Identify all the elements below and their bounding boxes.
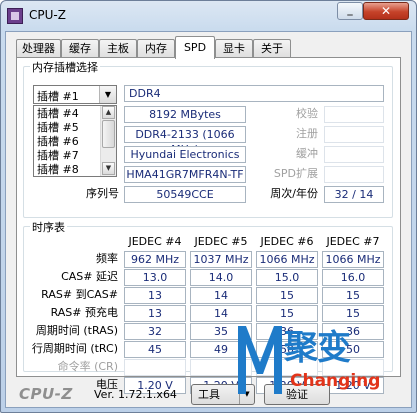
watermark-chinese-text: 聚变 (284, 328, 351, 368)
spd-ext-field (324, 166, 384, 183)
part-number-field: HMA41GR7MFR4N-TF (124, 166, 246, 183)
slot-list-scrollbar[interactable]: ▲ ▼ (100, 106, 116, 176)
timing-value-field (124, 359, 186, 376)
timing-value-field: 1066 MHz (256, 251, 318, 268)
timing-value-field: 15 (322, 287, 384, 304)
module-size-field: 8192 MBytes (124, 106, 246, 123)
timing-column-header: JEDEC #4 (128, 235, 182, 248)
timing-value-field: 14.0 (190, 269, 252, 286)
timing-value-field: 1066 MHz (322, 251, 384, 268)
group-title-timings: 时序表 (30, 219, 67, 235)
slot-option[interactable]: 插槽 #5 (37, 121, 79, 135)
slot-select-value: 插槽 #1 (37, 90, 79, 103)
memory-slot-group: 内存插槽选择 插槽 #1 ▼ 插槽 #4 插槽 #5 插槽 #6 插槽 #7 插… (23, 59, 393, 218)
timing-value-field: 16.0 (322, 269, 384, 286)
timing-row-label: RAS# 到CAS# (41, 288, 118, 301)
serial-number-field: 50549CCE (124, 186, 246, 203)
scroll-down-icon[interactable]: ▼ (102, 162, 115, 175)
timing-row-label: 行周期时间 (tRC) (31, 342, 118, 355)
timing-value-field: 962 MHz (124, 251, 186, 268)
registered-field (324, 126, 384, 143)
watermark-m-logo (238, 326, 282, 394)
timing-row-label: CAS# 延迟 (61, 270, 118, 283)
tab-cpu[interactable]: 处理器 (16, 39, 61, 58)
buffered-label: 缓冲 (296, 147, 318, 160)
timing-value-field: 13 (124, 287, 186, 304)
tab-graphics[interactable]: 显卡 (215, 39, 253, 58)
tab-about[interactable]: 关于 (253, 39, 291, 58)
timing-row-label: RAS# 预充电 (50, 306, 118, 319)
timing-row-label: 周期时间 (tRAS) (35, 324, 118, 337)
client-area: 处理器 缓存 主板 内存 SPD 显卡 关于 内存插槽选择 插槽 #1 ▼ 插槽… (5, 31, 412, 408)
cpuz-app-icon (7, 8, 23, 24)
slot-option[interactable]: 插槽 #8 (37, 163, 79, 176)
scroll-up-icon[interactable]: ▲ (102, 106, 115, 119)
timing-column-header: JEDEC #5 (194, 235, 248, 248)
title-bar[interactable]: CPU-Z _ ✕ (1, 1, 416, 31)
timing-value-field: 13.0 (124, 269, 186, 286)
week-year-label: 周次/年份 (270, 187, 318, 200)
timing-value-field: 13 (124, 305, 186, 322)
week-year-field: 32 / 14 (324, 186, 384, 203)
timing-row-label: 命令率 (CR) (57, 360, 118, 373)
cpuz-window: CPU-Z _ ✕ 处理器 缓存 主板 内存 SPD 显卡 关于 内存插槽选择 … (0, 0, 417, 413)
spd-ext-label: SPD扩展 (273, 167, 318, 180)
slot-select[interactable]: 插槽 #1 ▼ (33, 85, 117, 104)
correction-label: 校验 (296, 107, 318, 120)
timing-column-header: JEDEC #7 (326, 235, 380, 248)
slot-option[interactable]: 插槽 #7 (37, 149, 79, 163)
cpuz-logo: CPU-Z (19, 385, 73, 403)
timing-row-label: 频率 (96, 252, 118, 265)
chevron-down-icon[interactable]: ▼ (99, 86, 116, 103)
timing-value-field: 14 (190, 287, 252, 304)
tab-caches[interactable]: 缓存 (61, 39, 99, 58)
manufacturer-field: Hyundai Electronics (124, 146, 246, 163)
slot-dropdown-list[interactable]: 插槽 #4 插槽 #5 插槽 #6 插槽 #7 插槽 #8 ▲ ▼ (33, 105, 117, 177)
timing-value-field: 1037 MHz (190, 251, 252, 268)
memory-type-field: DDR4 (124, 85, 384, 102)
tab-mainboard[interactable]: 主板 (99, 39, 137, 58)
timing-value-field: 14 (190, 305, 252, 322)
version-label: Ver. 1.72.1.x64 (94, 388, 177, 401)
slot-option[interactable]: 插槽 #4 (37, 107, 79, 121)
timing-value-field: 45 (124, 341, 186, 358)
max-bandwidth-field: DDR4-2133 (1066 MHz) (124, 126, 246, 156)
group-title-slot: 内存插槽选择 (30, 59, 100, 75)
timing-value-field: 15 (256, 287, 318, 304)
timing-value-field: 15.0 (256, 269, 318, 286)
timing-column-header: JEDEC #6 (260, 235, 314, 248)
minimize-button[interactable]: _ (337, 2, 363, 20)
tab-spd[interactable]: SPD (175, 36, 215, 59)
correction-field (324, 106, 384, 123)
tab-memory[interactable]: 内存 (137, 39, 175, 58)
scroll-thumb[interactable] (102, 120, 115, 148)
registered-label: 注册 (296, 127, 318, 140)
timing-value-field: 32 (124, 323, 186, 340)
tools-button-label: 工具 (198, 388, 220, 401)
slot-option[interactable]: 插槽 #6 (37, 135, 79, 149)
watermark-english-text: Changing (290, 371, 381, 391)
serial-number-label: 序列号 (86, 187, 119, 200)
close-button[interactable]: ✕ (363, 2, 409, 20)
buffered-field (324, 146, 384, 163)
window-title: CPU-Z (29, 8, 66, 22)
